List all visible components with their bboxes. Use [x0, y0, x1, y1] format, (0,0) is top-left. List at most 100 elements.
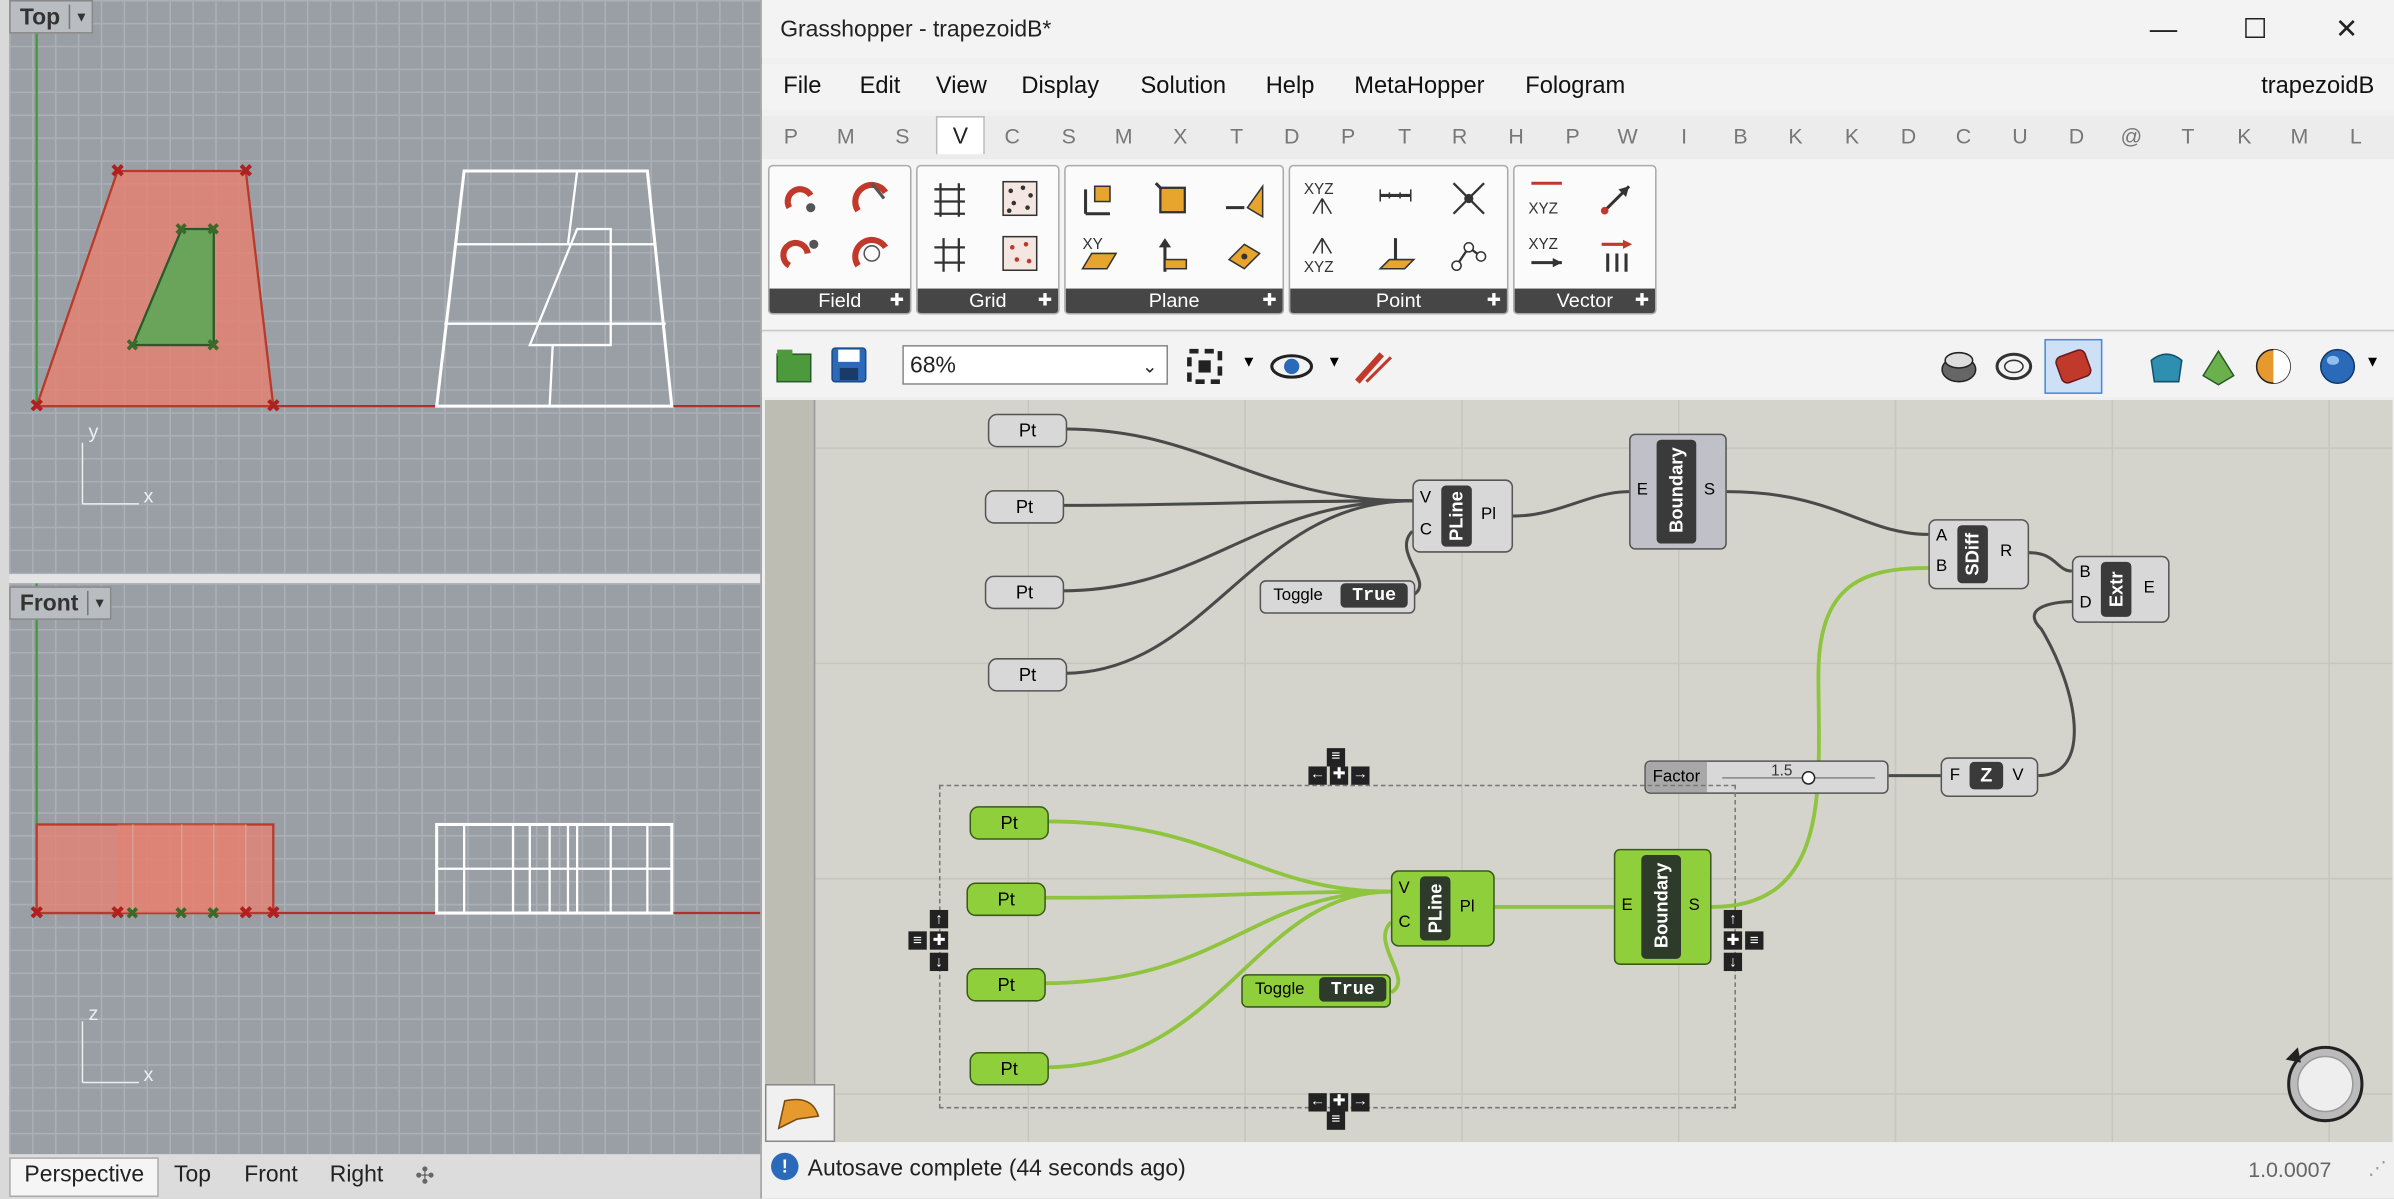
- tab-c[interactable]: C: [1944, 124, 1984, 148]
- tab-p2[interactable]: P: [1328, 124, 1368, 148]
- pin-mode-icon[interactable]: [764, 1084, 836, 1143]
- preview-mesh-icon[interactable]: [2197, 345, 2240, 388]
- toggle[interactable]: Toggle True: [1259, 580, 1416, 614]
- preview-shaded-icon[interactable]: [2044, 338, 2103, 394]
- group-handle-right[interactable]: ↑ ✚ ≡ ↓: [1723, 909, 1767, 974]
- tab-at[interactable]: @: [2112, 124, 2152, 148]
- tab-d[interactable]: D: [1889, 124, 1929, 148]
- sketch-icon[interactable]: [1351, 345, 1397, 388]
- point-param-selected[interactable]: Pt: [969, 1051, 1049, 1086]
- extrude-component[interactable]: B D Extr E: [2071, 555, 2170, 623]
- populate-2d-icon[interactable]: [994, 173, 1046, 225]
- menu-file[interactable]: File: [783, 73, 821, 100]
- chevron-down-icon[interactable]: ▼: [1327, 354, 1342, 371]
- preview-outline-icon[interactable]: [1992, 345, 2035, 388]
- tab-h[interactable]: H: [1496, 124, 1536, 148]
- navigation-compass-icon[interactable]: [2280, 1038, 2366, 1124]
- chevron-down-icon[interactable]: ▼: [69, 4, 92, 30]
- polyline-component[interactable]: V C PLine Pl: [1412, 479, 1514, 553]
- plane-offset-icon[interactable]: [1218, 227, 1270, 279]
- menu-solution[interactable]: Solution: [1141, 73, 1227, 100]
- toggle-value[interactable]: True: [1340, 583, 1408, 608]
- polyline-component-selected[interactable]: V C PLine Pl: [1390, 870, 1495, 947]
- tab-top[interactable]: Top: [174, 1162, 211, 1188]
- tab-intersect[interactable]: X: [1160, 124, 1200, 148]
- field-lines-icon[interactable]: [846, 173, 898, 225]
- solid-difference-component[interactable]: A B SDiff R: [1928, 519, 2030, 590]
- spin-force-icon[interactable]: [846, 227, 898, 279]
- tab-i[interactable]: I: [1664, 124, 1704, 148]
- tab-sets[interactable]: S: [882, 124, 922, 148]
- menu-help[interactable]: Help: [1266, 73, 1315, 100]
- project-point-icon[interactable]: [1370, 227, 1422, 279]
- resize-grip-icon[interactable]: ⋰: [2368, 1157, 2386, 1178]
- group-handle-left[interactable]: ↑ ≡ ✚ ↓: [908, 909, 951, 974]
- tab-b[interactable]: B: [1721, 124, 1761, 148]
- plane-origin-icon[interactable]: [1072, 173, 1124, 225]
- bake-icon[interactable]: [2145, 345, 2188, 388]
- minimize-icon[interactable]: —: [2133, 9, 2194, 49]
- tab-l[interactable]: L: [2336, 124, 2376, 148]
- point-param[interactable]: Pt: [984, 490, 1065, 524]
- rectangular-grid-icon[interactable]: [924, 173, 976, 225]
- closest-point-icon[interactable]: [1443, 173, 1495, 225]
- menu-fologram[interactable]: Fologram: [1525, 73, 1625, 100]
- viewport-top-tab[interactable]: Top ▼: [9, 0, 94, 34]
- viewport-front-tab[interactable]: Front ▼: [9, 586, 112, 620]
- menu-view[interactable]: View: [936, 73, 987, 100]
- distance-icon[interactable]: [1370, 173, 1422, 225]
- tab-vector[interactable]: V: [935, 116, 985, 155]
- expand-icon[interactable]: ✚: [1635, 289, 1649, 313]
- point-param[interactable]: Pt: [987, 413, 1068, 448]
- chevron-down-icon[interactable]: ▼: [2365, 354, 2380, 371]
- group-handle-bottom[interactable]: ← ✚ → ≡: [1308, 1093, 1370, 1130]
- slider-track[interactable]: [1722, 777, 1875, 779]
- tab-w[interactable]: W: [1608, 124, 1648, 148]
- point-param[interactable]: Pt: [987, 658, 1068, 692]
- boundary-component-selected[interactable]: E Boundary S: [1613, 848, 1712, 965]
- save-icon[interactable]: [829, 345, 869, 385]
- toggle-value[interactable]: True: [1319, 977, 1387, 1002]
- tab-t3[interactable]: T: [2168, 124, 2208, 148]
- point-param-selected[interactable]: Pt: [969, 806, 1049, 840]
- unit-z-component[interactable]: F Z V: [1940, 757, 2039, 797]
- close-icon[interactable]: ✕: [2316, 9, 2377, 49]
- zoom-extents-icon[interactable]: [1183, 345, 1229, 388]
- tab-t2[interactable]: T: [1385, 124, 1425, 148]
- sphere-icon[interactable]: [2316, 345, 2359, 388]
- expand-icon[interactable]: ✚: [1487, 289, 1501, 313]
- tab-u[interactable]: U: [2000, 124, 2040, 148]
- zoom-select[interactable]: 68% ⌄: [902, 345, 1169, 385]
- point-param-selected[interactable]: Pt: [966, 967, 1046, 1002]
- tab-front[interactable]: Front: [244, 1162, 297, 1188]
- eye-icon[interactable]: [1269, 345, 1315, 388]
- tab-perspective[interactable]: Perspective: [24, 1162, 144, 1188]
- group-handle-top[interactable]: ≡ ← ✚ →: [1308, 748, 1370, 785]
- plane-normal-icon[interactable]: [1145, 227, 1197, 279]
- tab-maths[interactable]: M: [826, 124, 866, 148]
- deconstruct-point-icon[interactable]: XYZ: [1296, 227, 1348, 279]
- tab-display[interactable]: D: [1272, 124, 1312, 148]
- tab-d2[interactable]: D: [2057, 124, 2097, 148]
- tab-right[interactable]: Right: [330, 1162, 383, 1188]
- plane-xy-icon[interactable]: [1145, 173, 1197, 225]
- point-charge-icon[interactable]: [776, 227, 828, 279]
- viewport-front[interactable]: ✖ ✖ ✖ ✖ ✖ ✖ ✖ z x Front ▼: [9, 583, 761, 1155]
- grasshopper-canvas[interactable]: Pt Pt Pt Pt V C PLine Pl Toggle True E B…: [764, 400, 2393, 1143]
- vector-xyz-icon[interactable]: XYZ: [1521, 173, 1573, 225]
- tab-m2[interactable]: M: [2280, 124, 2320, 148]
- square-grid-icon[interactable]: [924, 227, 976, 279]
- chevron-down-icon[interactable]: ▼: [1241, 354, 1256, 371]
- tab-k3[interactable]: K: [2225, 124, 2265, 148]
- expand-icon[interactable]: ✚: [1262, 289, 1276, 313]
- menu-metahopper[interactable]: MetaHopper: [1354, 73, 1484, 100]
- open-file-icon[interactable]: [774, 345, 814, 385]
- expand-icon[interactable]: ✚: [1038, 289, 1052, 313]
- material-icon[interactable]: [2252, 345, 2295, 388]
- boundary-component[interactable]: E Boundary S: [1629, 433, 1727, 550]
- toggle-selected[interactable]: Toggle True: [1241, 974, 1391, 1008]
- construct-point-icon[interactable]: XYZ: [1296, 173, 1348, 225]
- magnet-icon[interactable]: [776, 173, 828, 225]
- populate-3d-icon[interactable]: [994, 227, 1046, 279]
- tab-r[interactable]: R: [1440, 124, 1480, 148]
